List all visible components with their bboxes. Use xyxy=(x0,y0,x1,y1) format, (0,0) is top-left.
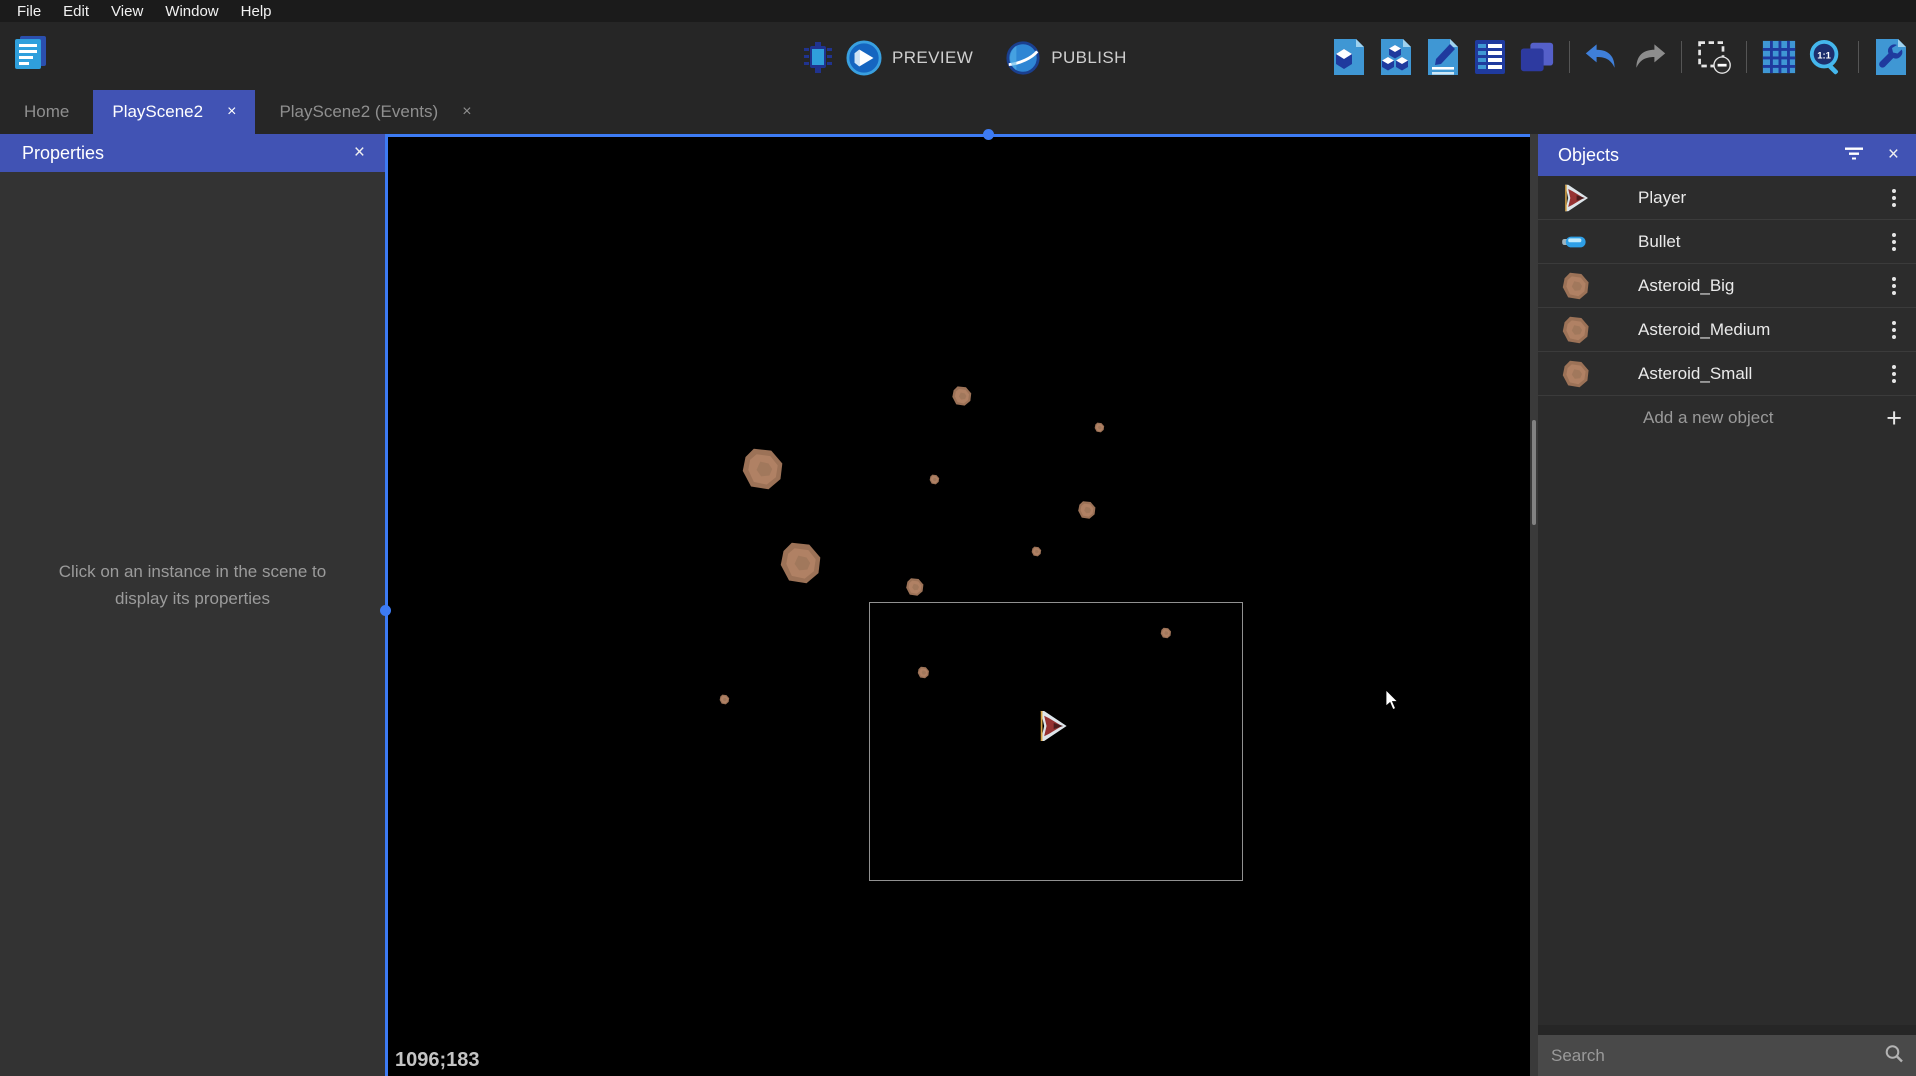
close-icon[interactable]: × xyxy=(462,103,471,121)
menu-view[interactable]: View xyxy=(100,3,154,20)
debugger-icon[interactable] xyxy=(800,37,836,79)
tab-home[interactable]: Home xyxy=(0,90,93,134)
object-row-asteroid_big[interactable]: Asteroid_Big xyxy=(1538,264,1916,308)
object-menu-icon[interactable] xyxy=(1892,321,1896,339)
mouse-cursor-icon xyxy=(1385,689,1400,716)
svg-text:1:1: 1:1 xyxy=(1817,50,1831,61)
asteroid-instance[interactable] xyxy=(1094,420,1105,431)
toolbar: PREVIEW PUBLISH 1:1 xyxy=(0,22,1916,90)
objects-editor-icon[interactable] xyxy=(1331,36,1367,78)
object-row-asteroid_small[interactable]: Asteroid_Small xyxy=(1538,352,1916,396)
bullet-icon xyxy=(1560,226,1592,258)
asteroid-instance[interactable] xyxy=(740,446,786,492)
asteroid-instance[interactable] xyxy=(1160,626,1172,638)
asteroid-instance[interactable] xyxy=(1031,544,1042,555)
tab-playscene2[interactable]: PlayScene2 × xyxy=(93,90,255,134)
properties-panel: Properties × Click on an instance in the… xyxy=(0,134,385,1076)
asteroid-instance[interactable] xyxy=(719,692,730,703)
scrollbar-thumb[interactable] xyxy=(1532,420,1536,525)
deselect-icon[interactable] xyxy=(1696,36,1732,78)
asteroid-instance[interactable] xyxy=(917,666,930,679)
asteroid-icon xyxy=(1560,270,1592,302)
object-menu-icon[interactable] xyxy=(1892,277,1896,295)
menu-file[interactable]: File xyxy=(6,3,52,20)
toolbar-separator xyxy=(1858,41,1859,73)
objects-panel: Objects × Player Bullet Asteroid_Big Astero… xyxy=(1538,134,1916,1076)
canvas-top-handle[interactable] xyxy=(983,129,994,140)
asteroid-instance[interactable] xyxy=(905,577,925,597)
search-icon xyxy=(1884,1043,1904,1068)
asteroid-instance[interactable] xyxy=(951,385,973,407)
asteroid-icon xyxy=(1560,314,1592,346)
menu-window[interactable]: Window xyxy=(154,3,229,20)
object-name: Asteroid_Big xyxy=(1638,276,1734,296)
plus-icon[interactable]: + xyxy=(1886,405,1902,432)
close-icon[interactable]: × xyxy=(354,142,365,164)
undo-icon[interactable] xyxy=(1584,36,1620,78)
objects-panel-title: Objects xyxy=(1558,145,1619,166)
publish-globe-icon[interactable] xyxy=(1005,37,1041,79)
asteroid-instance[interactable] xyxy=(778,540,824,586)
add-new-object-label: Add a new object xyxy=(1643,408,1773,428)
player-instance[interactable] xyxy=(1036,709,1070,743)
layers-editor-icon[interactable] xyxy=(1519,36,1555,78)
scene-properties-icon[interactable] xyxy=(1873,36,1909,78)
asteroid-icon xyxy=(1560,358,1592,390)
toolbar-separator xyxy=(1746,41,1747,73)
zoom-1-1-icon[interactable]: 1:1 xyxy=(1808,36,1844,78)
preview-play-icon[interactable] xyxy=(846,37,882,79)
canvas-scrollbar[interactable] xyxy=(1530,134,1538,1076)
publish-button[interactable]: PUBLISH xyxy=(1051,48,1127,68)
menu-bar: FileEditViewWindowHelp xyxy=(0,0,1916,22)
grid-icon[interactable] xyxy=(1761,36,1797,78)
object-row-bullet[interactable]: Bullet xyxy=(1538,220,1916,264)
object-name: Bullet xyxy=(1638,232,1681,252)
filter-icon[interactable] xyxy=(1844,146,1864,165)
object-name: Asteroid_Medium xyxy=(1638,320,1770,340)
menu-help[interactable]: Help xyxy=(230,3,283,20)
tab-bar: Home PlayScene2 × PlayScene2 (Events) × xyxy=(0,90,1916,134)
properties-editor-icon[interactable] xyxy=(1425,36,1461,78)
objects-panel-header: Objects × xyxy=(1538,134,1916,176)
asteroid-instance[interactable] xyxy=(929,472,940,483)
gdevelop-window: FileEditViewWindowHelp xyxy=(0,0,1916,1076)
object-row-asteroid_medium[interactable]: Asteroid_Medium xyxy=(1538,308,1916,352)
project-manager-icon[interactable] xyxy=(8,30,52,79)
redo-icon[interactable] xyxy=(1631,36,1667,78)
menu-edit[interactable]: Edit xyxy=(52,3,100,20)
canvas-left-handle[interactable] xyxy=(380,605,391,616)
tab-label: Home xyxy=(24,102,69,122)
object-name: Asteroid_Small xyxy=(1638,364,1752,384)
properties-panel-title: Properties xyxy=(22,143,104,164)
tab-playscene2-events-[interactable]: PlayScene2 (Events) × xyxy=(255,90,495,134)
objects-search xyxy=(1538,1025,1916,1076)
object-name: Player xyxy=(1638,188,1686,208)
toolbar-separator xyxy=(1681,41,1682,73)
asteroid-instance[interactable] xyxy=(1077,500,1097,520)
scene-canvas[interactable]: 1096;183 xyxy=(385,134,1530,1076)
toolbar-separator xyxy=(1569,41,1570,73)
object-menu-icon[interactable] xyxy=(1892,365,1896,383)
properties-panel-header: Properties × xyxy=(0,134,385,172)
preview-button[interactable]: PREVIEW xyxy=(892,48,973,68)
instances-list-icon[interactable] xyxy=(1472,36,1508,78)
player-ship-icon xyxy=(1560,182,1592,214)
object-row-player[interactable]: Player xyxy=(1538,176,1916,220)
object-menu-icon[interactable] xyxy=(1892,189,1896,207)
close-icon[interactable]: × xyxy=(1888,144,1899,166)
object-groups-icon[interactable] xyxy=(1378,36,1414,78)
cursor-coordinates: 1096;183 xyxy=(395,1049,480,1072)
search-divider xyxy=(1538,1025,1916,1035)
tab-label: PlayScene2 xyxy=(112,102,203,122)
object-menu-icon[interactable] xyxy=(1892,233,1896,251)
close-icon[interactable]: × xyxy=(227,103,236,121)
properties-empty-message: Click on an instance in the scene to dis… xyxy=(0,558,385,612)
tab-label: PlayScene2 (Events) xyxy=(279,102,438,122)
add-new-object-button[interactable]: Add a new object + xyxy=(1538,396,1916,440)
search-input[interactable] xyxy=(1538,1046,1916,1066)
